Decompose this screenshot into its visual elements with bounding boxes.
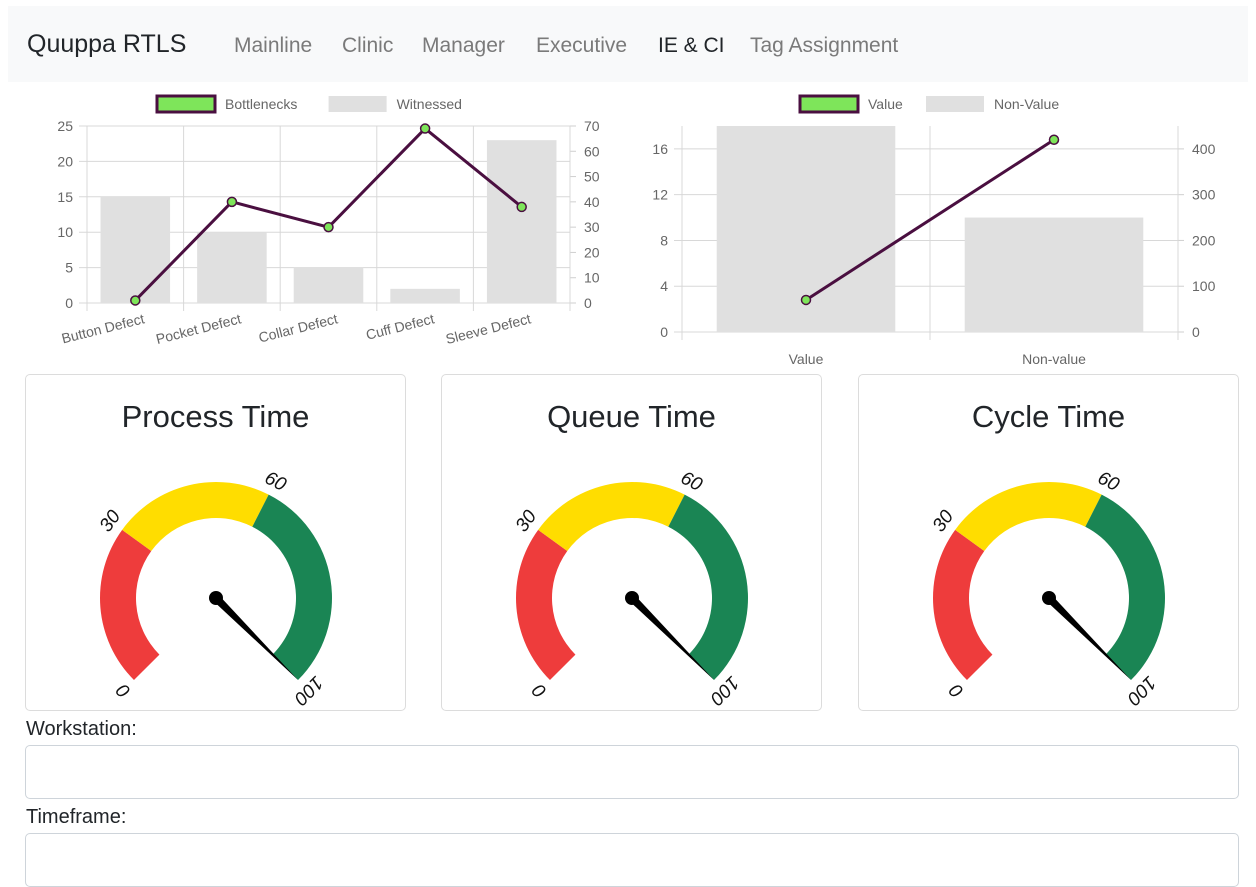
gauge-band [538, 482, 685, 551]
brand-logo[interactable]: Quuppa RTLS [27, 30, 186, 59]
legend-swatch-line [798, 94, 860, 114]
y2-tick-label: 100 [1192, 278, 1216, 294]
gauge-band [955, 482, 1102, 551]
gauge-band [933, 529, 993, 681]
queue-time-card: Queue Time 0 30 60 100 [441, 374, 822, 711]
y2-tick-label: 70 [584, 118, 600, 134]
gauge-band [252, 494, 332, 681]
y2-tick-label: 20 [584, 244, 600, 260]
bar [486, 140, 557, 303]
y2-tick-label: 40 [584, 194, 600, 210]
gauge-needle [1046, 595, 1132, 681]
data-point [800, 294, 812, 306]
workstation-label: Workstation: [26, 718, 137, 740]
gauge-tick-label: 0 [528, 679, 551, 702]
nav-link-clinic[interactable]: Clinic [342, 34, 393, 58]
cycle-time-gauge: 03060100 [929, 468, 1165, 710]
gauge-needle-hub [209, 591, 223, 605]
x-tick-label: Button Defect [60, 310, 146, 346]
y-tick-label: 4 [660, 278, 668, 294]
legend-swatch-line [155, 94, 217, 114]
data-point [419, 123, 431, 134]
gauge-tick-label: 100 [705, 672, 743, 710]
y2-tick-label: 30 [584, 219, 600, 235]
gauge-needle-hub [1042, 591, 1056, 605]
y-tick-label: 16 [652, 141, 668, 157]
y2-tick-label: 0 [584, 295, 592, 311]
bar [100, 196, 171, 303]
y-tick-label: 8 [660, 232, 668, 248]
x-tick-label: Pocket Defect [154, 310, 243, 347]
legend-swatch-bar [926, 96, 984, 112]
defects-chart: Bottlenecks Witnessed 0 5 10 15 20 25 0 10 20 30 40 5… [57, 94, 600, 347]
process-time-gauge: 03060100 [96, 468, 332, 710]
gauge-tick-label: 100 [289, 672, 327, 710]
nav-link-ie-ci[interactable]: IE & CI [658, 34, 725, 58]
data-point [226, 196, 238, 208]
legend-label: Non-Value [994, 96, 1059, 112]
bar [197, 232, 267, 303]
value-chart: Value Non-Value 0 4 8 12 16 0 100 200 300 400 Value N… [652, 94, 1216, 367]
y-tick-label: 0 [660, 324, 668, 340]
gauge-needle-hub [625, 591, 639, 605]
y2-tick-label: 200 [1192, 232, 1216, 248]
gauge-needle [213, 595, 299, 681]
cycle-time-card: Cycle Time 0 30 60 100 [858, 374, 1239, 711]
x-tick-label: Value [789, 351, 824, 367]
gauge-tick-label: 60 [261, 468, 290, 497]
y2-tick-label: 300 [1192, 187, 1216, 203]
y-tick-label: 20 [57, 153, 73, 169]
gauge-tick-label: 0 [945, 679, 968, 702]
y2-tick-label: 10 [584, 270, 600, 286]
nav-link-tag-assignment[interactable]: Tag Assignment [750, 34, 898, 58]
bar [964, 217, 1144, 332]
y2-tick-label: 0 [1192, 324, 1200, 340]
gauge-tick-label: 60 [1094, 468, 1123, 497]
bar [293, 267, 364, 303]
y-tick-label: 0 [65, 295, 73, 311]
queue-time-gauge: 03060100 [512, 468, 748, 710]
y-tick-label: 5 [65, 260, 73, 276]
data-point [323, 221, 334, 233]
y2-tick-label: 60 [584, 143, 600, 159]
legend-label: Witnessed [397, 96, 462, 112]
x-tick-label: Collar Defect [257, 310, 339, 345]
x-tick-label: Non-value [1022, 351, 1086, 367]
workstation-input[interactable] [25, 745, 1239, 799]
gauge-tick-label: 60 [677, 468, 706, 497]
gauge-band [99, 529, 160, 681]
nav-link-manager[interactable]: Manager [422, 34, 505, 58]
y-tick-label: 25 [57, 118, 73, 134]
data-point [130, 295, 141, 306]
x-tick-label: Cuff Defect [364, 310, 436, 342]
timeframe-label: Timeframe: [26, 806, 127, 828]
gauge-tick-label: 0 [112, 679, 135, 702]
y2-tick-label: 50 [584, 169, 600, 185]
legend-swatch-bar [328, 96, 387, 112]
gauge-band [1085, 494, 1165, 681]
gauge-tick-label: 100 [1122, 672, 1160, 710]
bar [390, 288, 460, 303]
process-time-card: Process Time 0 30 60 100 [25, 374, 406, 711]
legend-label: Bottlenecks [225, 96, 297, 112]
x-tick-label: Sleeve Defect [444, 310, 533, 347]
legend-label: Value [868, 96, 903, 112]
data-point [1048, 134, 1060, 145]
gauge-band [668, 494, 748, 681]
gauge-band [122, 482, 269, 551]
nav-link-mainline[interactable]: Mainline [234, 34, 312, 58]
y2-tick-label: 400 [1192, 141, 1216, 157]
y-tick-label: 15 [57, 189, 73, 205]
y-tick-label: 10 [57, 224, 73, 240]
timeframe-input[interactable] [25, 833, 1239, 887]
gauge-needle [629, 595, 715, 681]
nav-link-executive[interactable]: Executive [536, 34, 627, 58]
gauge-band [516, 529, 576, 681]
data-point [516, 201, 527, 213]
y-tick-label: 12 [652, 187, 668, 203]
navbar: Quuppa RTLS Mainline Clinic Manager Exec… [8, 6, 1248, 82]
